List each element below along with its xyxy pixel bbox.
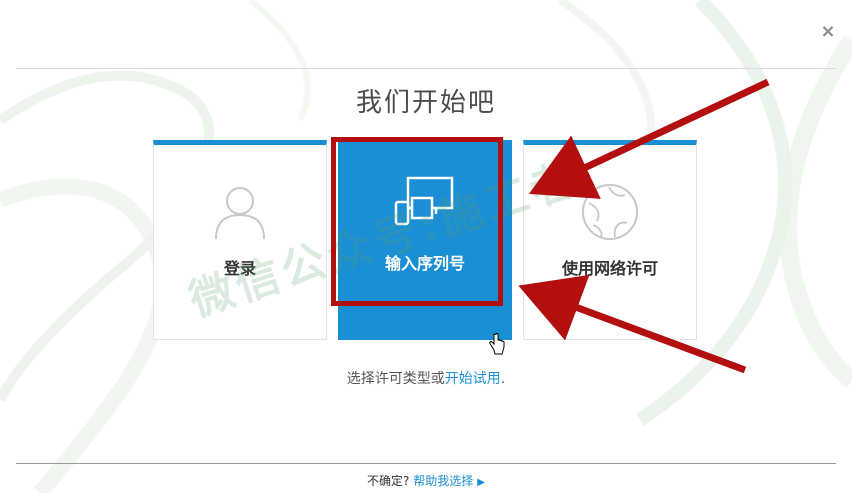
footer-text: 不确定? xyxy=(367,474,410,488)
bottom-divider xyxy=(16,463,836,464)
tile-login-label: 登录 xyxy=(223,259,256,278)
person-icon xyxy=(210,181,270,245)
license-prompt-suffix: . xyxy=(500,371,506,387)
start-trial-link[interactable]: 开始试用 xyxy=(445,371,501,387)
tile-network-license[interactable]: 使用网络许可 xyxy=(523,140,697,340)
devices-icon xyxy=(392,176,458,236)
hand-cursor-icon xyxy=(489,333,505,355)
tile-serial-number-label: 输入序列号 xyxy=(384,254,465,273)
footer-help: 不确定? 帮助我选择 ▶ xyxy=(0,472,852,489)
help-me-choose-link[interactable]: 帮助我选择 xyxy=(413,474,473,488)
license-prompt: 选择许可类型或开始试用. xyxy=(0,368,852,388)
globe-icon xyxy=(579,181,641,247)
close-icon[interactable]: × xyxy=(818,22,838,42)
tile-serial-number[interactable]: 输入序列号 xyxy=(338,140,512,340)
license-prompt-text: 选择许可类型或 xyxy=(346,371,445,387)
tile-network-license-label: 使用网络许可 xyxy=(561,259,658,278)
top-divider xyxy=(16,68,836,69)
page-title: 我们开始吧 xyxy=(355,88,496,118)
tile-login[interactable]: 登录 xyxy=(153,140,327,340)
play-arrow-icon[interactable]: ▶ xyxy=(477,477,485,488)
